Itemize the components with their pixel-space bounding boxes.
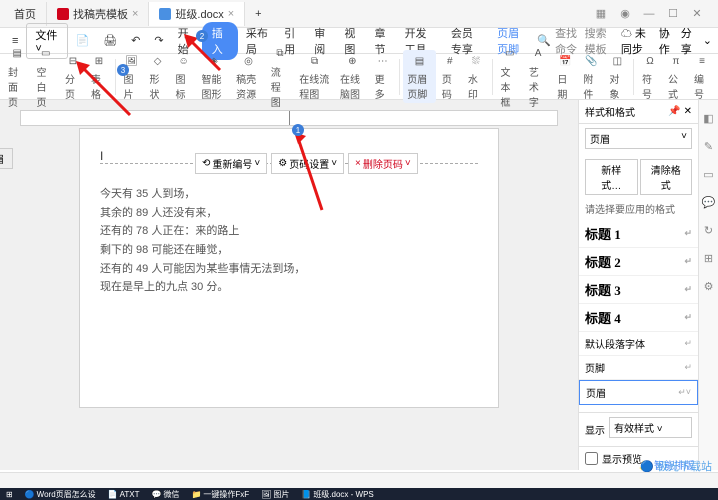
display-filter[interactable]: 有效样式 ˅ <box>609 417 692 438</box>
right-toolbar: ◧ ✎ ▭ 💬 ↻ ⊞ ⚙ <box>698 100 718 470</box>
tab-template[interactable]: 找稿壳模板× <box>47 2 149 26</box>
style-heading2[interactable]: 标题 2↵ <box>579 248 698 276</box>
display-label: 显示 <box>585 422 605 437</box>
doc-icon <box>57 8 69 20</box>
styles-panel-header: 样式和格式 📌 ✕ <box>579 100 698 124</box>
text-line: 还有的 49 人可能因为某些事情无法到场， <box>100 260 478 279</box>
header-tag: 页眉 <box>0 148 13 169</box>
select-icon[interactable]: ▭ <box>701 166 717 182</box>
ribbon-header-footer[interactable]: ▤页眉页脚 <box>403 50 436 103</box>
pin-icon[interactable]: 📌 <box>668 106 680 117</box>
taskbar-item[interactable]: 📄 ATXT <box>108 490 140 499</box>
style-default-font[interactable]: 默认段落字体↵ <box>579 332 698 356</box>
ribbon-online-flow[interactable]: ⧉在线流程图 <box>295 50 334 103</box>
header-floating-toolbar: ⟲ 重新编号 ˅ ⚙ 页码设置 ˅ × 删除页码 ˅ <box>195 153 418 174</box>
ribbon-formula[interactable]: π公式 <box>664 50 688 103</box>
close-icon[interactable]: × <box>132 8 138 20</box>
ribbon: ▤封面页 ▭空白页 ⊟分页 ⊞表格 🖼图片 ◇形状 ☺图标 ◈智能图形 ◎稿壳资… <box>0 54 718 100</box>
show-preview-label: 显示预览 <box>602 451 642 466</box>
undo-icon[interactable]: ↶ <box>125 31 146 50</box>
delete-pagenum-button[interactable]: × 删除页码 ˅ <box>348 153 418 174</box>
document-page[interactable]: I ⟲ 重新编号 ˅ ⚙ 页码设置 ˅ × 删除页码 ˅ 1 今天有 35 人到… <box>79 128 499 408</box>
dropdown-icon[interactable]: ⌄ <box>703 34 712 47</box>
grid-icon[interactable]: ▦ <box>592 5 610 23</box>
print-icon[interactable]: 🖨 <box>97 31 123 50</box>
taskbar-item[interactable]: 📘 班级.docx - WPS <box>301 489 373 500</box>
taskbar-item[interactable]: 🖼 图片 <box>261 489 289 500</box>
ribbon-mindmap[interactable]: ⊕在线脑图 <box>336 50 369 103</box>
styles-list: 标题 1↵ 标题 2↵ 标题 3↵ 标题 4↵ 默认段落字体↵ 页脚↵ 页眉↵˅… <box>579 220 698 412</box>
window-controls: ▦ ◉ — ☐ ✕ <box>592 5 714 23</box>
settings-icon[interactable]: ⚙ <box>701 278 717 294</box>
redo-icon[interactable]: ↷ <box>148 31 169 50</box>
ribbon-pagenum[interactable]: #页码 <box>438 50 462 103</box>
ribbon-smartart[interactable]: ◈智能图形 <box>198 50 231 103</box>
history-icon[interactable]: ↻ <box>701 222 717 238</box>
text-line: 现在是早上的九点 30 分。 <box>100 278 478 297</box>
close-panel-icon[interactable]: ✕ <box>684 106 692 117</box>
minimize-icon[interactable]: — <box>640 5 658 23</box>
ribbon-date[interactable]: 📅日期 <box>553 50 577 103</box>
taskbar-item[interactable]: 📁 一键操作FxF <box>191 489 249 500</box>
ribbon-attachment[interactable]: 📎附件 <box>579 50 603 103</box>
taskbar: ⊞ 🔵 Word页眉怎么设 📄 ATXT 💬 微信 📁 一键操作FxF 🖼 图片… <box>0 488 718 500</box>
ribbon-pagebreak[interactable]: ⊟分页 <box>61 50 85 103</box>
step-badge-1: 1 <box>292 124 304 136</box>
text-line: 还有的 78 人正在：来的路上 <box>100 222 478 241</box>
current-style-dropdown[interactable]: 页眉 ˅ <box>585 128 692 149</box>
ribbon-icons[interactable]: ☺图标 <box>172 50 196 103</box>
style-body[interactable]: 正文↵ <box>579 405 698 412</box>
style-footer[interactable]: 页脚↵ <box>579 356 698 380</box>
styles-panel: 样式和格式 📌 ✕ 页眉 ˅ 新样式… 清除格式 请选择要应用的格式 标题 1↵… <box>578 100 698 470</box>
text-line: 剩下的 98 可能还在睡觉， <box>100 241 478 260</box>
wps-icon <box>159 8 171 20</box>
status-bar <box>0 472 718 488</box>
text-line: 今天有 35 人到场， <box>100 185 478 204</box>
styles-footer: 显示 有效样式 ˅ <box>579 412 698 446</box>
renumber-button[interactable]: ⟲ 重新编号 ˅ <box>195 153 267 174</box>
step-badge-2: 2 <box>196 30 208 42</box>
ribbon-numbering[interactable]: ≡编号 <box>690 50 714 103</box>
user-icon[interactable]: ◉ <box>616 5 634 23</box>
step-badge-3: 3 <box>117 64 129 76</box>
ribbon-table[interactable]: ⊞表格 <box>87 50 111 103</box>
toolbox-icon[interactable]: ◧ <box>701 110 717 126</box>
style-header[interactable]: 页眉↵˅ <box>579 380 698 405</box>
template-icon[interactable]: ⊞ <box>701 250 717 266</box>
taskbar-item[interactable]: 🔵 Word页眉怎么设 <box>25 489 96 500</box>
tab-home[interactable]: 首页 <box>4 2 47 26</box>
close-icon[interactable]: × <box>228 8 234 20</box>
workspace: 页眉 I ⟲ 重新编号 ˅ ⚙ 页码设置 ˅ × 删除页码 ˅ 1 今天有 35… <box>0 100 718 470</box>
current-style: 页眉 ˅ <box>579 124 698 157</box>
ribbon-resources[interactable]: ◎稿壳资源 <box>232 50 265 103</box>
page-setup-button[interactable]: ⚙ 页码设置 ˅ <box>271 153 344 174</box>
pencil-icon[interactable]: ✎ <box>701 138 717 154</box>
show-preview-checkbox[interactable] <box>585 452 598 465</box>
comment-icon[interactable]: 💬 <box>701 194 717 210</box>
style-heading1[interactable]: 标题 1↵ <box>579 220 698 248</box>
ruler[interactable] <box>20 110 558 126</box>
new-style-button[interactable]: 新样式… <box>585 159 638 195</box>
text-cursor: I <box>100 149 103 163</box>
ribbon-image[interactable]: 🖼图片 <box>120 50 144 103</box>
maximize-icon[interactable]: ☐ <box>664 5 682 23</box>
style-heading4[interactable]: 标题 4↵ <box>579 304 698 332</box>
text-line: 其余的 89 人还没有来， <box>100 204 478 223</box>
clear-format-button[interactable]: 清除格式 <box>640 159 693 195</box>
taskbar-item[interactable]: 💬 微信 <box>151 489 179 500</box>
close-window-icon[interactable]: ✕ <box>688 5 706 23</box>
styles-hint: 请选择要应用的格式 <box>579 197 698 220</box>
style-heading3[interactable]: 标题 3↵ <box>579 276 698 304</box>
save-icon[interactable]: 📄 <box>70 31 96 50</box>
ribbon-object[interactable]: ◫对象 <box>605 50 629 103</box>
ribbon-more[interactable]: ⋯更多 <box>371 50 395 103</box>
styles-title: 样式和格式 <box>585 104 635 119</box>
header-editing-area[interactable]: I ⟲ 重新编号 ˅ ⚙ 页码设置 ˅ × 删除页码 ˅ <box>100 149 478 164</box>
start-icon[interactable]: ⊞ <box>6 490 13 499</box>
document-area: 页眉 I ⟲ 重新编号 ˅ ⚙ 页码设置 ˅ × 删除页码 ˅ 1 今天有 35… <box>0 100 578 470</box>
ribbon-symbol[interactable]: Ω符号 <box>638 50 662 103</box>
ribbon-shapes[interactable]: ◇形状 <box>146 50 170 103</box>
document-body: 今天有 35 人到场， 其余的 89 人还没有来， 还有的 78 人正在：来的路… <box>100 179 478 303</box>
ribbon-watermark[interactable]: ⛆水印 <box>464 50 488 103</box>
